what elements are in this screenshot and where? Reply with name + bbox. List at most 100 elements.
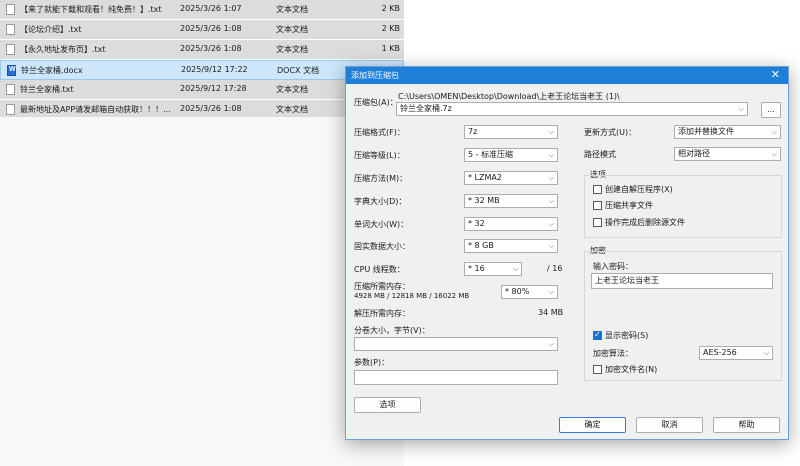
- show-password-checkbox[interactable]: 显示密码(S): [593, 330, 648, 341]
- format-value: 7z: [468, 127, 478, 136]
- dict-label: 字典大小(D)：: [354, 197, 407, 206]
- file-date: 2025/3/26 1:08: [180, 24, 242, 33]
- checkbox-icon: [593, 365, 602, 374]
- mem-decomp-label: 解压所需内存：: [354, 309, 410, 318]
- mem-decomp-value: 34 MB: [538, 308, 564, 317]
- chevron-down-icon: ⌵: [548, 220, 554, 228]
- method-label: 压缩方法(M)：: [354, 174, 408, 183]
- dict-select[interactable]: * 32 MB ⌵: [464, 194, 558, 208]
- chevron-down-icon: ⌵: [548, 242, 554, 250]
- delete-source-checkbox[interactable]: 操作完成后删除源文件: [593, 218, 685, 228]
- file-row[interactable]: 【来了就能下载和观看！纯免费！】.txt 2025/3/26 1:07 文本文档 2 …: [0, 0, 404, 20]
- dialog-titlebar: 添加到压缩包 ✕: [346, 67, 788, 84]
- txt-file-icon: [6, 44, 15, 55]
- checkbox-icon: [593, 218, 602, 227]
- help-button[interactable]: 帮助: [713, 417, 780, 433]
- cancel-button[interactable]: 取消: [636, 417, 703, 433]
- chevron-down-icon: ⌵: [771, 150, 777, 158]
- update-value: 添加并替换文件: [678, 127, 734, 136]
- format-select[interactable]: 7z ⌵: [464, 125, 558, 139]
- sfx-checkbox[interactable]: 创建自解压程序(X): [593, 185, 673, 195]
- dialog-title: 添加到压缩包: [351, 71, 399, 80]
- path-mode-select[interactable]: 相对路径 ⌵: [674, 147, 781, 161]
- file-type: 文本文档: [276, 105, 308, 114]
- file-name: 最新地址及APP请发邮箱自动获取！！！...: [20, 105, 171, 114]
- checkbox-checked-icon: [593, 330, 602, 340]
- file-type: 文本文档: [276, 85, 308, 94]
- params-input[interactable]: [354, 370, 558, 385]
- level-select[interactable]: 5 - 标准压缩 ⌵: [464, 148, 558, 162]
- word-label: 单词大小(W)：: [354, 220, 409, 229]
- mem-percent-value: * 80%: [505, 287, 530, 296]
- level-value: 5 - 标准压缩: [468, 150, 514, 159]
- threads-value: * 16: [468, 264, 485, 273]
- solid-select[interactable]: * 8 GB ⌵: [464, 239, 558, 253]
- encrypt-names-label: 加密文件名(N): [605, 365, 658, 374]
- update-select[interactable]: 添加并替换文件 ⌵: [674, 125, 781, 139]
- delete-source-label: 操作完成后删除源文件: [605, 218, 685, 227]
- encrypt-names-checkbox[interactable]: 加密文件名(N): [593, 365, 657, 375]
- path-mode-value: 相对路径: [678, 149, 710, 158]
- file-name: 铃兰全家桶.txt: [20, 85, 74, 94]
- file-size: 2 KB: [381, 4, 400, 13]
- file-type: DOCX 文档: [277, 66, 320, 75]
- file-list: 【来了就能下载和观看！纯免费！】.txt 2025/3/26 1:07 文本文档 2 …: [0, 0, 404, 120]
- password-label: 输入密码：: [593, 262, 633, 271]
- path-mode-label: 路径模式: [584, 150, 616, 159]
- ok-button[interactable]: 确定: [559, 417, 626, 433]
- mem-comp-value: 4928 MB / 12818 MB / 16022 MB: [354, 292, 470, 300]
- dict-value: * 32 MB: [468, 196, 500, 205]
- threads-select[interactable]: * 16 ⌵: [464, 262, 522, 276]
- file-list-empty-area: [0, 117, 404, 466]
- browse-button[interactable]: ...: [761, 102, 781, 118]
- close-icon[interactable]: ✕: [771, 68, 780, 82]
- file-date: 2025/9/12 17:28: [180, 84, 247, 93]
- archive-name-combo[interactable]: 铃兰全家桶.7z ⌵: [396, 102, 748, 116]
- archive-name-value: 铃兰全家桶.7z: [400, 104, 452, 113]
- word-value: * 32: [468, 219, 485, 228]
- file-row[interactable]: 铃兰全家桶.docx 2025/9/12 17:22 DOCX 文档: [0, 60, 404, 80]
- mem-percent-select[interactable]: * 80% ⌵: [501, 285, 558, 299]
- chevron-down-icon: ⌵: [548, 128, 554, 136]
- file-type: 文本文档: [276, 5, 308, 14]
- enc-method-select[interactable]: AES-256 ⌵: [699, 346, 773, 360]
- password-input[interactable]: 上老王论坛当老王: [591, 273, 773, 289]
- chevron-down-icon: ⌵: [771, 128, 777, 136]
- method-select[interactable]: * LZMA2 ⌵: [464, 171, 558, 185]
- update-label: 更新方式(U)：: [584, 128, 637, 137]
- options-button[interactable]: 选项: [354, 397, 421, 413]
- split-label: 分卷大小，字节(V)：: [354, 326, 430, 335]
- enc-method-value: AES-256: [703, 348, 737, 357]
- method-value: * LZMA2: [468, 173, 502, 182]
- chevron-down-icon: ⌵: [763, 349, 769, 357]
- chevron-down-icon: ⌵: [512, 265, 518, 273]
- file-type: 文本文档: [276, 45, 308, 54]
- file-row[interactable]: 【永久地址发布页】.txt 2025/3/26 1:08 文本文档 1 KB: [0, 40, 404, 60]
- chevron-down-icon: ⌵: [738, 105, 744, 113]
- split-select[interactable]: ⌵: [354, 337, 558, 351]
- docx-file-icon: [7, 65, 16, 76]
- shared-checkbox[interactable]: 压缩共享文件: [593, 201, 653, 211]
- txt-file-icon: [6, 104, 15, 115]
- threads-total: / 16: [547, 264, 563, 273]
- file-date: 2025/9/12 17:22: [181, 65, 248, 74]
- checkbox-icon: [593, 201, 602, 210]
- file-type: 文本文档: [276, 25, 308, 34]
- file-name: 铃兰全家桶.docx: [21, 66, 83, 75]
- checkbox-icon: [593, 185, 602, 194]
- word-select[interactable]: * 32 ⌵: [464, 217, 558, 231]
- file-date: 2025/3/26 1:08: [180, 44, 242, 53]
- chevron-down-icon: ⌵: [548, 288, 554, 296]
- file-row[interactable]: 【论坛介绍】.txt 2025/3/26 1:08 文本文档 2 KB: [0, 20, 404, 40]
- chevron-down-icon: ⌵: [548, 174, 554, 182]
- threads-label: CPU 线程数：: [354, 265, 405, 274]
- level-label: 压缩等级(L)：: [354, 151, 405, 160]
- format-label: 压缩格式(F)：: [354, 128, 405, 137]
- file-date: 2025/3/26 1:08: [180, 104, 242, 113]
- file-size: 1 KB: [381, 44, 400, 53]
- file-row[interactable]: 铃兰全家桶.txt 2025/9/12 17:28 文本文档: [0, 80, 404, 100]
- file-name: 【来了就能下载和观看！纯免费！】.txt: [20, 5, 162, 14]
- chevron-down-icon: ⌵: [548, 340, 554, 348]
- chevron-down-icon: ⌵: [548, 197, 554, 205]
- txt-file-icon: [6, 4, 15, 15]
